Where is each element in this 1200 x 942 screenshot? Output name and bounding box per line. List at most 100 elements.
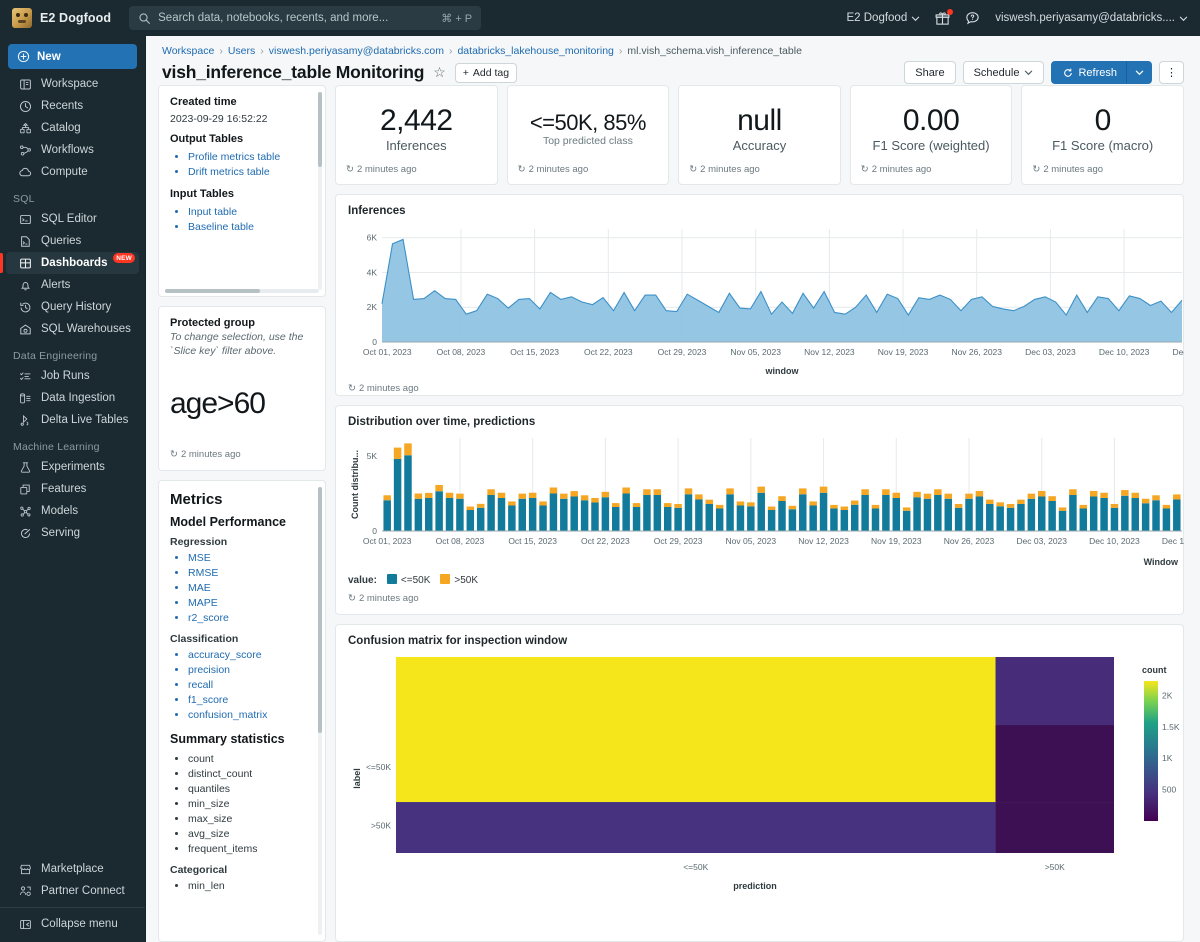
list-item[interactable]: Input table xyxy=(188,205,314,220)
sidebar-item-data-ingestion[interactable]: Data Ingestion xyxy=(6,387,139,409)
output-tables-label: Output Tables xyxy=(170,133,314,145)
sidebar-item-sql-warehouses[interactable]: SQL Warehouses xyxy=(6,318,139,340)
confusion-matrix-heatmap[interactable]: <=50K>50Klabel<=50K>50Kpredictioncount2K… xyxy=(348,651,1184,911)
inferences-panel: Inferences 02K4K6KOct 01, 2023Oct 08, 20… xyxy=(335,194,1184,396)
sidebar-item-job-runs[interactable]: Job Runs xyxy=(6,365,139,387)
sidebar-item-features[interactable]: Features xyxy=(6,478,139,500)
svg-text:0: 0 xyxy=(372,337,377,347)
favorite-star-icon[interactable]: ☆ xyxy=(433,64,446,81)
legend-entry-le50k[interactable]: <=50K xyxy=(387,574,430,586)
help-chat-icon xyxy=(965,11,980,26)
sidebar-section-title-data-engineering: Data Engineering xyxy=(0,340,145,365)
breadcrumb-item-users[interactable]: Users xyxy=(228,45,255,57)
svg-text:6K: 6K xyxy=(367,233,378,243)
sidebar-item-recents[interactable]: Recents xyxy=(6,95,139,117)
info-card-body: Created time 2023-09-29 16:52:22 Output … xyxy=(159,86,325,245)
catalog-icon xyxy=(19,122,32,135)
list-item[interactable]: confusion_matrix xyxy=(188,708,311,723)
svg-text:2K: 2K xyxy=(367,302,378,312)
partner-connect-icon xyxy=(19,885,32,898)
sidebar-item-query-history[interactable]: Query History xyxy=(6,296,139,318)
distribution-bar-chart[interactable]: 05KOct 01, 2023Oct 08, 2023Oct 15, 2023O… xyxy=(348,432,1184,567)
breadcrumb-item-table[interactable]: ml.vish_schema.vish_inference_table xyxy=(627,45,802,57)
sidebar-item-label: Experiments xyxy=(41,461,105,473)
refresh-icon: ↻ xyxy=(689,164,697,175)
collapse-menu-button[interactable]: Collapse menu xyxy=(6,913,139,935)
summary-statistics-title: Summary statistics xyxy=(170,732,311,746)
sidebar-item-alerts[interactable]: Alerts xyxy=(6,274,139,296)
sidebar-item-queries[interactable]: Queries xyxy=(6,230,139,252)
breadcrumb-item-folder[interactable]: databricks_lakehouse_monitoring xyxy=(457,45,613,57)
list-item[interactable]: accuracy_score xyxy=(188,648,311,663)
list-item[interactable]: recall xyxy=(188,678,311,693)
share-button[interactable]: Share xyxy=(904,61,955,84)
list-item[interactable]: r2_score xyxy=(188,611,311,626)
svg-text:Dec 17, 2023: Dec 17, 2023 xyxy=(1173,347,1184,357)
sidebar-item-label: Partner Connect xyxy=(41,885,125,897)
info-card-horizontal-scrollbar[interactable] xyxy=(165,289,319,293)
svg-text:Oct 22, 2023: Oct 22, 2023 xyxy=(584,347,633,357)
page-title: vish_inference_table Monitoring xyxy=(162,62,424,83)
svg-text:Oct 15, 2023: Oct 15, 2023 xyxy=(508,536,557,546)
breadcrumb-item-user[interactable]: viswesh.periyasamy@databricks.com xyxy=(269,45,444,57)
list-item[interactable]: MSE xyxy=(188,551,311,566)
list-item: frequent_items xyxy=(188,842,311,857)
more-options-button[interactable]: ⋮ xyxy=(1159,61,1184,84)
legend-entry-gt50k[interactable]: >50K xyxy=(440,574,478,586)
inferences-area-chart[interactable]: 02K4K6KOct 01, 2023Oct 08, 2023Oct 15, 2… xyxy=(348,221,1184,376)
sidebar-item-workspace[interactable]: Workspace xyxy=(6,73,139,95)
sidebar-item-sql-editor[interactable]: SQL Editor xyxy=(6,208,139,230)
help-button[interactable] xyxy=(965,11,980,26)
sidebar-item-delta-live-tables[interactable]: Delta Live Tables xyxy=(6,409,139,431)
svg-text:Nov 26, 2023: Nov 26, 2023 xyxy=(944,536,995,546)
list-item[interactable]: Baseline table xyxy=(188,220,314,235)
kpi-value: <=50K, 85% xyxy=(530,111,646,134)
sidebar-item-models[interactable]: Models xyxy=(6,500,139,522)
legend-swatch xyxy=(387,574,397,584)
global-search-input[interactable]: Search data, notebooks, recents, and mor… xyxy=(129,6,481,30)
features-icon xyxy=(19,483,32,496)
sidebar-item-label: Job Runs xyxy=(41,370,90,382)
new-button[interactable]: New xyxy=(8,44,137,69)
sidebar-item-marketplace[interactable]: Marketplace xyxy=(6,858,139,880)
brand-home-link[interactable]: E2 Dogfood xyxy=(12,8,111,28)
sidebar-item-catalog[interactable]: Catalog xyxy=(6,117,139,139)
refreshed-text: 2 minutes ago xyxy=(529,164,589,175)
right-widget-column: 2,442 Inferences ↻ 2 minutes ago <=50K, … xyxy=(335,85,1184,942)
sidebar-item-experiments[interactable]: Experiments xyxy=(6,456,139,478)
svg-text:Dec 10, 2023: Dec 10, 2023 xyxy=(1089,536,1140,546)
sidebar-item-label: Delta Live Tables xyxy=(41,414,128,426)
list-item[interactable]: MAPE xyxy=(188,596,311,611)
sidebar-item-compute[interactable]: Compute xyxy=(6,161,139,183)
workspace-icon xyxy=(19,78,32,91)
svg-text:prediction: prediction xyxy=(733,881,777,891)
refresh-icon: ↻ xyxy=(170,449,178,460)
whats-new-button[interactable] xyxy=(935,11,950,26)
schedule-button[interactable]: Schedule xyxy=(963,61,1045,84)
sidebar-item-label: Compute xyxy=(41,166,88,178)
sidebar-item-workflows[interactable]: Workflows xyxy=(6,139,139,161)
refresh-options-button[interactable] xyxy=(1127,61,1152,84)
list-item[interactable]: Profile metrics table xyxy=(188,150,314,165)
metrics-card-vertical-scrollbar[interactable] xyxy=(318,487,322,935)
info-card-vertical-scrollbar[interactable] xyxy=(318,92,322,290)
svg-text:>50K: >50K xyxy=(371,821,391,831)
sidebar-item-dashboards[interactable]: Dashboards NEW xyxy=(6,252,139,274)
svg-text:Oct 29, 2023: Oct 29, 2023 xyxy=(658,347,707,357)
list-item[interactable]: precision xyxy=(188,663,311,678)
refresh-button[interactable]: Refresh xyxy=(1051,61,1127,84)
list-item[interactable]: Drift metrics table xyxy=(188,165,314,180)
legend-swatch xyxy=(440,574,450,584)
list-item[interactable]: RMSE xyxy=(188,566,311,581)
breadcrumb-item-workspace[interactable]: Workspace xyxy=(162,45,214,57)
input-tables-list: Input table Baseline table xyxy=(188,205,314,235)
add-tag-button[interactable]: + Add tag xyxy=(455,63,517,83)
sidebar-item-partner-connect[interactable]: Partner Connect xyxy=(6,880,139,902)
protected-group-value: age>60 xyxy=(170,387,265,421)
sidebar-item-serving[interactable]: Serving xyxy=(6,522,139,544)
warehouse-icon xyxy=(19,323,32,336)
list-item[interactable]: MAE xyxy=(188,581,311,596)
workspace-selector[interactable]: E2 Dogfood xyxy=(846,12,920,24)
user-account-menu[interactable]: viswesh.periyasamy@databricks.... xyxy=(995,12,1188,24)
list-item[interactable]: f1_score xyxy=(188,693,311,708)
